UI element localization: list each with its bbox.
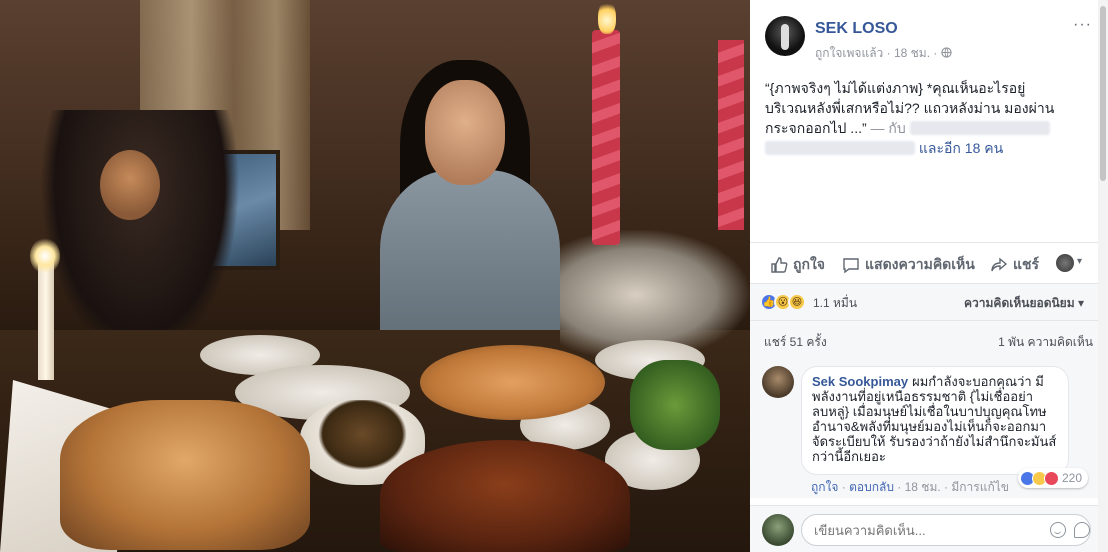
chevron-down-icon: ▾ (1077, 296, 1084, 310)
comment-actions: ถูกใจ · ตอบกลับ · 18 ชม. · มีการแก้ไข (811, 480, 1009, 494)
page-avatar[interactable] (765, 16, 805, 56)
share-count[interactable]: แชร์ 51 ครั้ง (764, 333, 827, 352)
comment-like-link[interactable]: ถูกใจ (811, 480, 838, 494)
comment-edited[interactable]: มีการแก้ไข (951, 480, 1009, 494)
with-label: — กับ (870, 120, 906, 136)
photo-bread-basket (60, 400, 310, 550)
thumbs-up-icon (771, 257, 788, 273)
haha-reaction-icon: 😆 (788, 293, 806, 311)
comment-button[interactable]: แสดงความคิดเห็น (842, 254, 975, 276)
share-as-avatar[interactable] (1056, 254, 1074, 272)
post-stats: แชร์ 51 ครั้ง 1 พัน ความคิดเห็น (750, 320, 1098, 358)
blurred-tag (765, 141, 915, 155)
reactions-summary: 👍 😮 😆 1.1 หมื่น ความคิดเห็นยอดนิยม ▾ (750, 284, 1098, 320)
comment-reaction-count: 220 (1062, 471, 1083, 485)
photo-face-left (100, 150, 160, 220)
post-text: “{ภาพจริงๆ ไม่ได้แต่งภาพ} *คุณเห็นอะไรอย… (765, 80, 1055, 156)
photo-candle-flame (598, 0, 616, 34)
comment-sort-dropdown[interactable]: ความคิดเห็นยอดนิยม ▾ (964, 294, 1084, 313)
sticker-icon[interactable] (1074, 522, 1090, 538)
others-tag-link[interactable]: และอีก 18 คน (919, 140, 1003, 156)
post-meta: ถูกใจเพจแล้ว · 18 ชม. · (815, 44, 952, 63)
comment-time[interactable]: 18 ชม. (905, 480, 941, 494)
photo-red-candle-2 (718, 40, 744, 230)
photo-roast-duck (380, 440, 630, 552)
share-button[interactable]: แชร์ (990, 254, 1039, 276)
comment-icon (843, 258, 859, 274)
post-photo[interactable] (0, 0, 750, 552)
like-button[interactable]: ถูกใจ (770, 254, 825, 276)
love-reaction-icon (1044, 470, 1059, 486)
globe-icon (941, 47, 952, 58)
comment-reply-link[interactable]: ตอบกลับ (849, 480, 894, 494)
current-user-avatar (762, 514, 794, 546)
photo-pizza (420, 345, 605, 420)
commenter-avatar[interactable] (762, 366, 794, 398)
photo-greens (630, 360, 720, 450)
page-liked-status: ถูกใจเพจแล้ว (815, 46, 884, 60)
share-as-caret-icon[interactable]: ▾ (1077, 256, 1082, 267)
commenter-name[interactable]: Sek Sookpimay (812, 374, 908, 389)
comment-count[interactable]: 1 พัน ความคิดเห็น (998, 333, 1093, 352)
photo-white-candle (38, 260, 54, 380)
post-timestamp[interactable]: 18 ชม. (894, 46, 930, 60)
post-action-bar: ถูกใจ แสดงความคิดเห็น แชร์ ▾ (750, 242, 1098, 284)
comment-composer (750, 505, 1098, 552)
share-arrow-icon (991, 257, 1008, 272)
comment-bubble: Sek Sookpimay ผมกำลังจะบอกคุณว่า มีพลังงา… (801, 366, 1069, 475)
page-name-link[interactable]: SEK LOSO (815, 20, 898, 38)
comment-reactions[interactable]: 220 (1018, 468, 1089, 488)
scrollbar-thumb[interactable] (1100, 6, 1106, 181)
blurred-tag (909, 121, 1050, 135)
reaction-icons[interactable]: 👍 😮 😆 (760, 293, 806, 311)
more-options-button[interactable]: ··· (1073, 16, 1092, 34)
photo-red-candle (592, 30, 620, 245)
photo-person-left (40, 110, 240, 360)
reaction-count[interactable]: 1.1 หมื่น (813, 294, 857, 313)
scrollbar[interactable] (1098, 0, 1108, 552)
photo-white-candle-flame (30, 238, 60, 274)
post-side-panel: SEK LOSO ถูกใจเพจแล้ว · 18 ชม. · ··· “{ภ… (750, 0, 1108, 552)
photo-face-center (425, 80, 505, 185)
comment-item: Sek Sookpimay ผมกำลังจะบอกคุณว่า มีพลังงา… (750, 358, 1098, 498)
comment-input[interactable] (801, 514, 1091, 546)
emoji-icon[interactable] (1050, 522, 1066, 538)
